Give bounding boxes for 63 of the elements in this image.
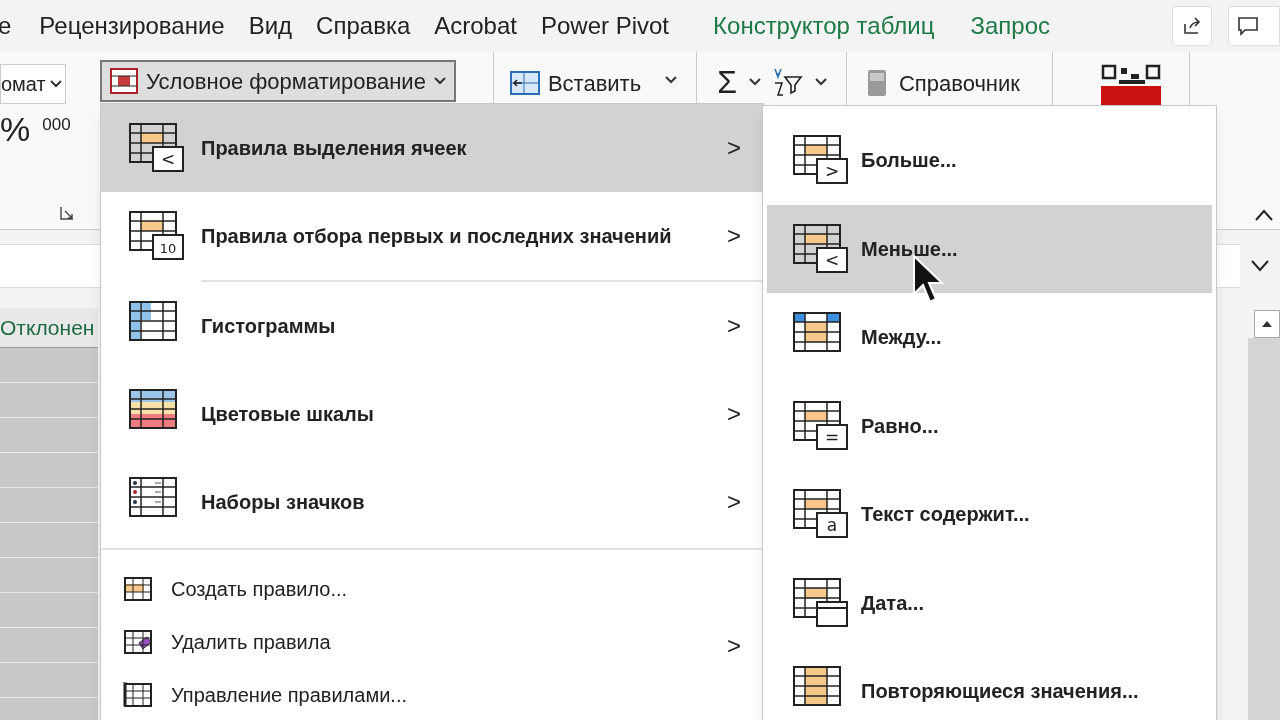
chevron-down-icon [49,80,62,88]
share-icon [1182,16,1202,36]
reference-button[interactable]: Справочник [866,64,1044,102]
menu-item-label: Создать правило... [171,576,349,602]
collapse-ribbon-icon[interactable] [1254,208,1274,222]
menu-item[interactable]: Управление правилами... [101,668,763,720]
menu-item-label: Правила выделения ячеек [201,136,468,161]
ribbon-tab[interactable]: Вид [248,8,293,44]
menu-item-label: Больше... [861,148,957,174]
expand-formula-bar-icon[interactable] [1250,259,1270,273]
chevron-down-icon [665,76,678,84]
ribbon-tab[interactable]: Справка [316,8,411,44]
menu-item-label: Между... [861,325,942,351]
menu-item[interactable]: Создать правило... [101,562,763,615]
table-icon [123,575,155,602]
comment-icon [1237,16,1259,36]
ribbon-tab[interactable]: Acrobat [434,8,517,44]
conditional-formatting-button[interactable]: Условное форматирование [100,60,456,102]
menu-item-label: Равно... [861,413,939,439]
column-header: Отклонен [0,308,98,348]
triangle-up-icon [1262,321,1272,327]
chevron-down-icon [433,77,446,85]
menu-item[interactable]: < Правила выделения ячеек > [101,104,763,192]
sort-filter-icon[interactable] [772,67,803,97]
ribbon-tab[interactable]: Рецензирование [39,8,225,44]
autosum-button[interactable]: Σ [717,58,737,106]
menu-item-label: Удалить правила [171,629,332,655]
submenu-arrow: > [727,311,742,341]
percent-button[interactable]: % [0,112,31,146]
ribbon-tab[interactable]: Power Pivot [541,8,670,44]
scroll-up-button[interactable] [1254,310,1280,338]
menu-item[interactable]: Удалить правила > [101,615,763,668]
menu-item-label: Текст содержит... [861,502,1030,528]
thousands-button[interactable]: 000 [42,112,71,138]
submenu-arrow: > [727,221,742,251]
menu-item[interactable]: < Меньше... [767,204,1212,293]
menu-item-label: Наборы значков [201,490,366,515]
ribbon-tab[interactable]: Запрос [970,8,1050,44]
chevron-down-icon [748,78,761,86]
conditional-table-icon [793,577,849,628]
share-button[interactable] [1172,6,1212,46]
format-dropdown[interactable]: омат [0,64,66,104]
table-icon [110,68,138,94]
chevron-down-icon [814,78,827,86]
menu-item-label: Дата... [861,590,924,616]
menu-item-label: Правила отбора первых и последних значений [201,224,673,249]
table-icon [123,681,155,708]
eraser-icon [123,628,155,655]
submenu-arrow: > [727,630,742,656]
menu-item-label: Гистограммы [201,314,337,339]
insert-button[interactable]: Вставить [509,64,650,102]
book-icon [866,69,887,97]
comment-button[interactable] [1228,6,1280,46]
insert-cells-icon [509,71,540,95]
ribbon-tab[interactable]: Конструктор таблиц [713,8,935,44]
submenu-arrow: > [727,133,742,163]
menu-item-label: Меньше... [861,236,958,262]
menu-item-label: Повторяющиеся значения... [861,679,1139,705]
submenu-arrow: > [727,399,742,429]
menu-item-label: Управление правилами... [171,682,408,708]
menu-item-label: Цветовые шкалы [201,402,375,427]
dialog-launcher-icon[interactable] [60,206,74,220]
submenu-arrow: > [727,487,742,517]
